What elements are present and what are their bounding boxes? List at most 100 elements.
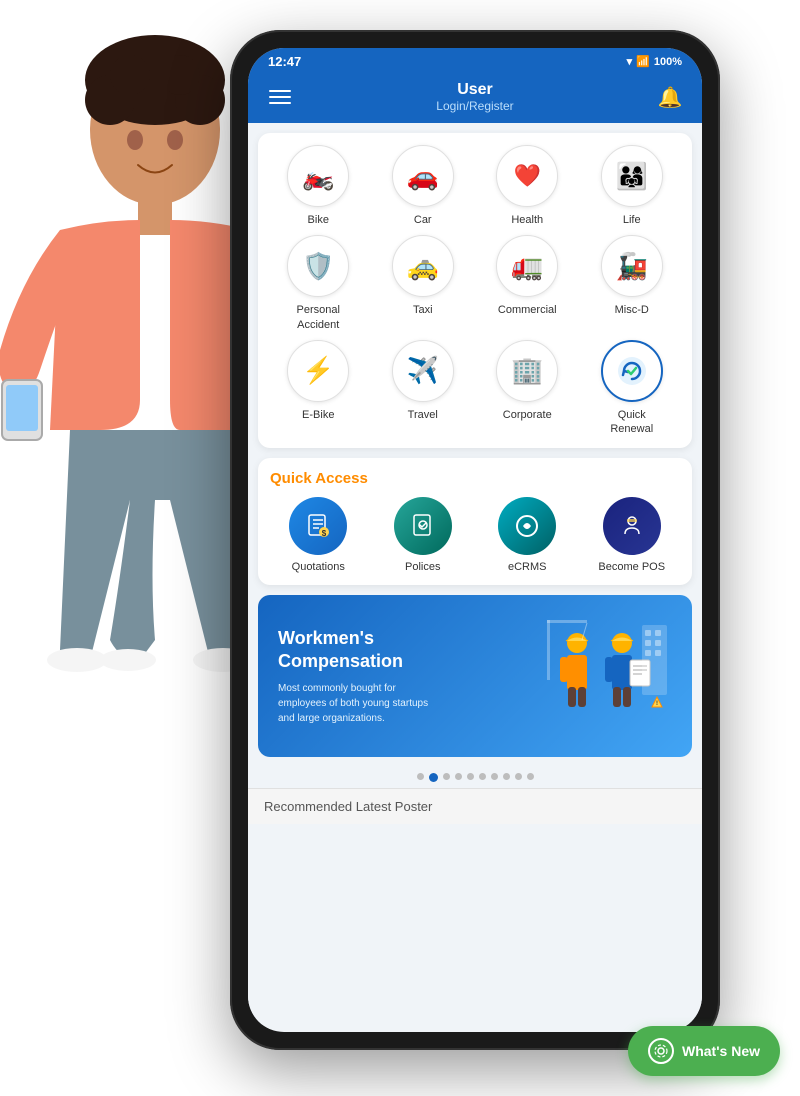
dot-4[interactable] bbox=[467, 773, 474, 780]
whats-new-label: What's New bbox=[682, 1043, 760, 1059]
corporate-icon-circle: 🏢 bbox=[496, 340, 558, 402]
recommended-label: Recommended Latest Poster bbox=[264, 799, 432, 814]
banner-illustration: ! bbox=[542, 615, 672, 737]
personal-accident-icon-circle: 🛡️ bbox=[287, 235, 349, 297]
dot-8[interactable] bbox=[515, 773, 522, 780]
ecrms-label: eCRMS bbox=[508, 561, 547, 573]
insurance-item-taxi[interactable]: 🚕 Taxi bbox=[375, 235, 472, 332]
bell-icon-symbol: 🔔 bbox=[658, 85, 683, 110]
svg-text:!: ! bbox=[656, 701, 658, 707]
banner-title: Workmen'sCompensation bbox=[278, 627, 438, 674]
misc-d-label: Misc-D bbox=[615, 303, 649, 317]
insurance-item-quick-renewal[interactable]: QuickRenewal bbox=[584, 340, 681, 437]
notification-button[interactable]: 🔔 bbox=[654, 81, 686, 113]
phone-outer: 12:47 ▾ 📶 100% User Login/Register bbox=[230, 30, 720, 1050]
dot-3[interactable] bbox=[455, 773, 462, 780]
quick-renewal-label: QuickRenewal bbox=[610, 408, 653, 437]
battery-icon: 100% bbox=[654, 56, 682, 68]
quick-renewal-icon-circle bbox=[601, 340, 663, 402]
quick-item-polices[interactable]: Polices bbox=[375, 497, 472, 573]
workers-illustration: ! bbox=[542, 615, 672, 725]
banner-description: Most commonly bought for employees of bo… bbox=[278, 681, 438, 726]
insurance-section: 🏍️ Bike 🚗 Car ❤️ Health bbox=[258, 133, 692, 448]
ecrms-icon bbox=[498, 497, 556, 555]
phone-screen: 12:47 ▾ 📶 100% User Login/Register bbox=[248, 48, 702, 1032]
insurance-item-misc-d[interactable]: 🚂 Misc-D bbox=[584, 235, 681, 332]
misc-d-icon-circle: 🚂 bbox=[601, 235, 663, 297]
dot-9[interactable] bbox=[527, 773, 534, 780]
dot-1[interactable] bbox=[429, 773, 438, 782]
polices-label: Polices bbox=[405, 561, 440, 573]
life-label: Life bbox=[623, 213, 641, 227]
quotations-svg: $ bbox=[304, 512, 332, 540]
dot-7[interactable] bbox=[503, 773, 510, 780]
quick-item-quotations[interactable]: $ Quotations bbox=[270, 497, 367, 573]
taxi-label: Taxi bbox=[413, 303, 433, 317]
whats-new-icon bbox=[648, 1038, 674, 1064]
quick-access-title: Quick Access bbox=[270, 470, 680, 487]
car-icon-circle: 🚗 bbox=[392, 145, 454, 207]
insurance-item-e-bike[interactable]: ⚡ E-Bike bbox=[270, 340, 367, 437]
screen-content[interactable]: 🏍️ Bike 🚗 Car ❤️ Health bbox=[248, 123, 702, 1029]
taxi-icon-circle: 🚕 bbox=[392, 235, 454, 297]
quick-item-ecrms[interactable]: eCRMS bbox=[479, 497, 576, 573]
become-pos-icon bbox=[603, 497, 661, 555]
dot-0[interactable] bbox=[417, 773, 424, 780]
e-bike-icon-circle: ⚡ bbox=[287, 340, 349, 402]
menu-line-2 bbox=[269, 96, 291, 98]
menu-line-3 bbox=[269, 102, 291, 104]
polices-svg bbox=[409, 512, 437, 540]
promotional-banner[interactable]: Workmen'sCompensation Most commonly boug… bbox=[258, 595, 692, 757]
menu-line-1 bbox=[269, 90, 291, 92]
personal-accident-label: PersonalAccident bbox=[297, 303, 340, 332]
car-label: Car bbox=[414, 213, 432, 227]
commercial-icon-circle: 🚛 bbox=[496, 235, 558, 297]
status-time: 12:47 bbox=[268, 54, 301, 69]
corporate-label: Corporate bbox=[503, 408, 552, 422]
gear-icon bbox=[653, 1043, 669, 1059]
quick-access-grid: $ Quotations bbox=[270, 497, 680, 573]
insurance-item-car[interactable]: 🚗 Car bbox=[375, 145, 472, 227]
header-subtitle[interactable]: Login/Register bbox=[296, 99, 654, 113]
ecrms-svg bbox=[513, 512, 541, 540]
commercial-label: Commercial bbox=[498, 303, 557, 317]
phone-mockup: 12:47 ▾ 📶 100% User Login/Register bbox=[230, 30, 720, 1050]
signal-icon: 📶 bbox=[636, 55, 650, 68]
quick-item-become-pos[interactable]: Become POS bbox=[584, 497, 681, 573]
status-bar: 12:47 ▾ 📶 100% bbox=[248, 48, 702, 75]
wifi-icon: ▾ bbox=[627, 55, 633, 68]
insurance-item-health[interactable]: ❤️ Health bbox=[479, 145, 576, 227]
quotations-label: Quotations bbox=[292, 561, 345, 573]
bottom-bar: Recommended Latest Poster bbox=[248, 788, 702, 824]
insurance-item-personal-accident[interactable]: 🛡️ PersonalAccident bbox=[270, 235, 367, 332]
app-header: User Login/Register 🔔 bbox=[248, 75, 702, 123]
e-bike-label: E-Bike bbox=[302, 408, 334, 422]
insurance-item-corporate[interactable]: 🏢 Corporate bbox=[479, 340, 576, 437]
travel-label: Travel bbox=[408, 408, 438, 422]
quick-access-section: Quick Access $ bbox=[258, 458, 692, 585]
bike-icon-circle: 🏍️ bbox=[287, 145, 349, 207]
bike-label: Bike bbox=[308, 213, 329, 227]
polices-icon bbox=[394, 497, 452, 555]
travel-icon-circle: ✈️ bbox=[392, 340, 454, 402]
insurance-item-bike[interactable]: 🏍️ Bike bbox=[270, 145, 367, 227]
insurance-grid: 🏍️ Bike 🚗 Car ❤️ Health bbox=[270, 145, 680, 436]
dot-5[interactable] bbox=[479, 773, 486, 780]
menu-button[interactable] bbox=[264, 81, 296, 113]
become-pos-label: Become POS bbox=[598, 561, 665, 573]
health-icon-circle: ❤️ bbox=[496, 145, 558, 207]
header-title: User bbox=[296, 81, 654, 99]
quotations-icon: $ bbox=[289, 497, 347, 555]
insurance-item-life[interactable]: 👨‍👩‍👧 Life bbox=[584, 145, 681, 227]
svg-text:$: $ bbox=[322, 529, 327, 538]
banner-dots bbox=[248, 767, 702, 788]
dot-2[interactable] bbox=[443, 773, 450, 780]
insurance-item-commercial[interactable]: 🚛 Commercial bbox=[479, 235, 576, 332]
header-center: User Login/Register bbox=[296, 81, 654, 113]
banner-text: Workmen'sCompensation Most commonly boug… bbox=[278, 627, 438, 727]
status-icons: ▾ 📶 100% bbox=[627, 55, 682, 68]
whats-new-button[interactable]: What's New bbox=[628, 1026, 780, 1076]
dot-6[interactable] bbox=[491, 773, 498, 780]
insurance-item-travel[interactable]: ✈️ Travel bbox=[375, 340, 472, 437]
life-icon-circle: 👨‍👩‍👧 bbox=[601, 145, 663, 207]
